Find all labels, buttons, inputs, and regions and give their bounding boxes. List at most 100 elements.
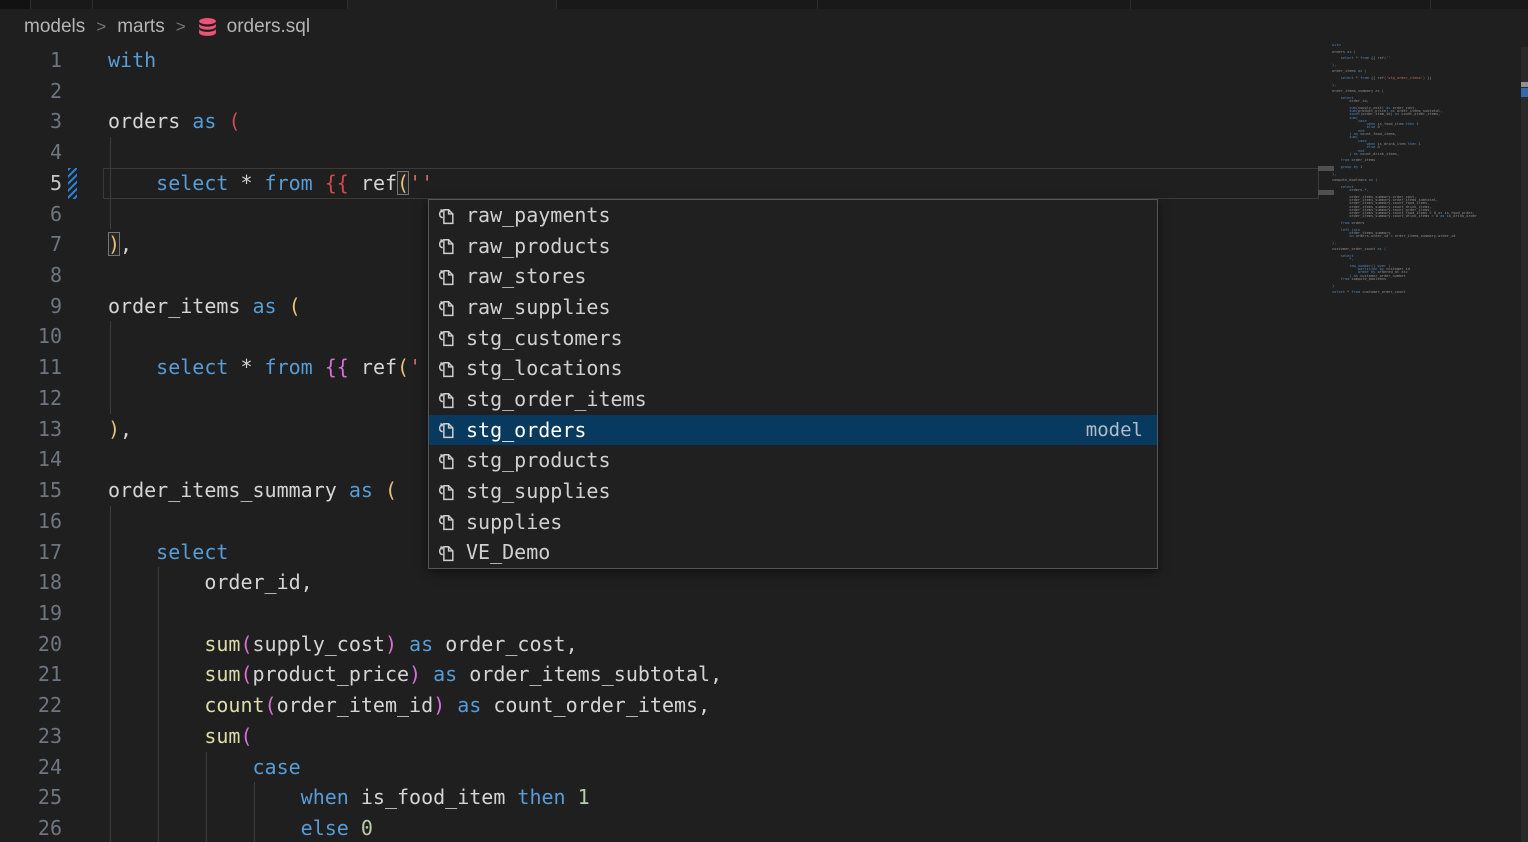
minimap[interactable]: with orders as ( select * from {{ ref(''… (1332, 44, 1518, 824)
line-number[interactable]: 21 (0, 659, 62, 690)
indent-guide (110, 352, 111, 383)
code-line[interactable]: else 0 (108, 813, 1330, 842)
breadcrumb-item-marts[interactable]: marts (117, 16, 165, 38)
code-token: , (120, 232, 132, 256)
code-line[interactable]: when is_food_item then 1 (108, 782, 1330, 813)
line-number[interactable]: 1 (0, 45, 62, 76)
code-line[interactable]: count(order_item_id) as count_order_item… (108, 690, 1330, 721)
line-number[interactable]: 13 (0, 414, 62, 445)
suggestion-item[interactable]: supplies (429, 507, 1157, 538)
line-number[interactable]: 12 (0, 383, 62, 414)
line-number[interactable]: 9 (0, 291, 62, 322)
code-token: sum (204, 632, 240, 656)
code-token (397, 632, 409, 656)
breadcrumb-separator: > (95, 17, 107, 37)
line-number[interactable]: 2 (0, 76, 62, 107)
suggestion-item[interactable]: raw_stores (429, 261, 1157, 292)
suggestion-label: stg_order_items (466, 384, 647, 415)
line-number[interactable]: 6 (0, 199, 62, 230)
code-token (433, 632, 445, 656)
code-line[interactable]: order_id, (108, 567, 1330, 598)
breadcrumb-file-label: orders.sql (227, 16, 310, 38)
code-token: order_items (108, 294, 253, 318)
indent-guide (254, 813, 255, 842)
code-line[interactable]: select * from {{ ref('' (108, 168, 1330, 199)
suggestion-item[interactable]: raw_products (429, 231, 1157, 262)
suggestion-item[interactable]: stg_products (429, 445, 1157, 476)
snippet-icon (436, 481, 457, 502)
database-icon (197, 17, 218, 38)
suggestion-item[interactable]: raw_supplies (429, 292, 1157, 323)
line-number[interactable]: 3 (0, 106, 62, 137)
code-line[interactable] (108, 137, 1330, 168)
code-token: ref (361, 355, 397, 379)
tab[interactable] (1430, 0, 1528, 9)
suggestion-item[interactable]: stg_supplies (429, 476, 1157, 507)
modified-line-indicator (68, 168, 77, 199)
code-token (349, 355, 361, 379)
line-number[interactable]: 19 (0, 598, 62, 629)
code-token (445, 693, 457, 717)
line-number[interactable]: 23 (0, 721, 62, 752)
tab[interactable] (1130, 0, 1430, 9)
line-number[interactable]: 24 (0, 752, 62, 783)
line-number[interactable]: 17 (0, 537, 62, 568)
code-line[interactable]: sum( (108, 721, 1330, 752)
code-token: as (457, 693, 481, 717)
indent-guide (158, 721, 159, 752)
code-line[interactable]: case (108, 752, 1330, 783)
suggestion-label: supplies (466, 507, 562, 538)
code-line[interactable]: orders as ( (108, 106, 1330, 137)
code-line[interactable] (108, 598, 1330, 629)
tab[interactable] (30, 0, 92, 9)
code-line[interactable] (108, 76, 1330, 107)
line-number[interactable]: 4 (0, 137, 62, 168)
code-token: ( (289, 294, 301, 318)
suggestion-item-selected[interactable]: stg_ordersmodel (429, 415, 1157, 446)
code-line[interactable]: sum(product_price) as order_items_subtot… (108, 659, 1330, 690)
breadcrumb-file[interactable]: orders.sql (197, 16, 310, 38)
tab-active[interactable] (347, 0, 556, 9)
indent-guide (158, 659, 159, 690)
code-token: when (301, 785, 349, 809)
code-token: as (409, 632, 433, 656)
tab-bar-left-edge (0, 0, 30, 9)
line-number[interactable]: 7 (0, 229, 62, 260)
code-token (349, 785, 361, 809)
breadcrumb-item-models[interactable]: models (24, 16, 85, 38)
line-number[interactable]: 11 (0, 352, 62, 383)
tab[interactable] (92, 0, 347, 9)
tab[interactable] (556, 0, 817, 9)
line-number[interactable]: 8 (0, 260, 62, 291)
code-token: * (228, 171, 264, 195)
code-token (349, 816, 361, 840)
line-number[interactable]: 5 (0, 168, 62, 199)
code-token: ( (240, 724, 252, 748)
line-number[interactable]: 14 (0, 444, 62, 475)
suggestion-item[interactable]: VE_Demo (429, 537, 1157, 568)
code-token: is_food_item (361, 785, 506, 809)
code-line[interactable]: with (108, 45, 1330, 76)
code-token: from (265, 171, 313, 195)
suggestion-item[interactable]: raw_payments (429, 200, 1157, 231)
indent-guide (206, 813, 207, 842)
suggestion-item[interactable]: stg_order_items (429, 384, 1157, 415)
line-number[interactable]: 26 (0, 813, 62, 842)
code-token (349, 171, 361, 195)
vertical-scrollbar[interactable] (1521, 47, 1528, 842)
line-number[interactable]: 18 (0, 567, 62, 598)
line-number[interactable]: 16 (0, 506, 62, 537)
line-number[interactable]: 15 (0, 475, 62, 506)
code-line[interactable]: sum(supply_cost) as order_cost, (108, 629, 1330, 660)
code-token: ref (361, 171, 397, 195)
suggestion-item[interactable]: stg_locations (429, 353, 1157, 384)
tab[interactable] (817, 0, 1130, 9)
indent-guide (110, 813, 111, 842)
line-number[interactable]: 10 (0, 321, 62, 352)
snippet-icon (436, 297, 457, 318)
suggestion-item[interactable]: stg_customers (429, 323, 1157, 354)
suggestion-detail: model (1086, 415, 1143, 446)
line-number[interactable]: 22 (0, 690, 62, 721)
line-number[interactable]: 25 (0, 782, 62, 813)
line-number[interactable]: 20 (0, 629, 62, 660)
